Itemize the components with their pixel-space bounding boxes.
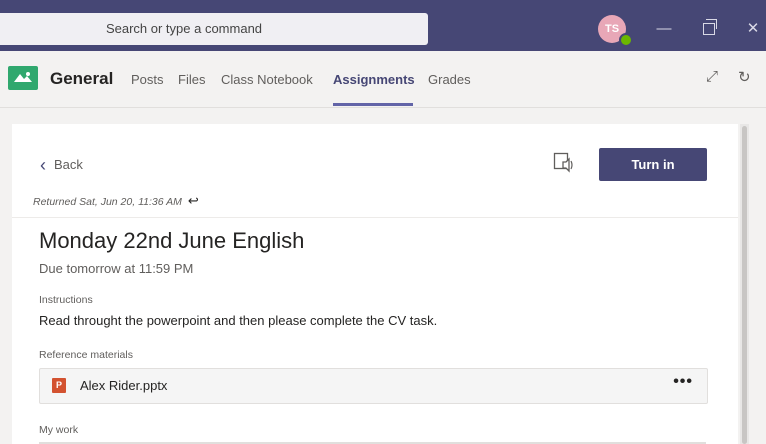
reference-file-card[interactable]: P Alex Rider.pptx ••• — [39, 368, 708, 404]
turn-in-button[interactable]: Turn in — [599, 148, 707, 181]
my-work-label: My work — [39, 424, 79, 436]
tab-assignments[interactable]: Assignments — [333, 72, 415, 87]
reference-materials-label: Reference materials — [39, 349, 133, 361]
title-bar: Search or type a command TS — ✕ — [0, 0, 766, 51]
tab-class-notebook[interactable]: Class Notebook — [221, 72, 313, 87]
back-button[interactable]: ‹ Back — [40, 155, 83, 176]
returned-status: Returned Sat, Jun 20, 11:36 AM ↩ — [33, 193, 199, 209]
chevron-left-icon: ‹ — [40, 155, 46, 175]
channel-name: General — [50, 69, 114, 88]
assignment-title: Monday 22nd June English — [39, 228, 305, 253]
minimize-button[interactable]: — — [651, 16, 677, 42]
returned-text: Returned Sat, Jun 20, 11:36 AM — [33, 196, 182, 208]
more-options-button[interactable]: ••• — [673, 373, 693, 391]
back-label: Back — [54, 157, 83, 172]
powerpoint-file-icon: P — [52, 378, 66, 393]
close-button[interactable]: ✕ — [740, 16, 766, 42]
divider — [12, 217, 738, 218]
instructions-text: Read throught the powerpoint and then pl… — [39, 313, 438, 328]
tab-grades[interactable]: Grades — [428, 72, 471, 87]
file-name[interactable]: Alex Rider.pptx — [80, 378, 167, 393]
immersive-reader-icon[interactable] — [553, 152, 575, 174]
presence-available-icon — [619, 33, 633, 47]
tab-files[interactable]: Files — [178, 72, 205, 87]
search-input[interactable]: Search or type a command — [0, 13, 428, 45]
expand-icon[interactable]: ⤢ — [706, 68, 718, 85]
team-avatar-icon[interactable] — [8, 66, 38, 90]
tab-posts[interactable]: Posts — [131, 72, 164, 87]
instructions-label: Instructions — [39, 294, 93, 306]
active-tab-indicator — [333, 103, 413, 106]
due-date: Due tomorrow at 11:59 PM — [39, 261, 194, 276]
scrollbar-thumb[interactable] — [742, 126, 747, 444]
refresh-icon[interactable]: ↻ — [738, 68, 751, 86]
channel-header: General Posts Files Class Notebook Assig… — [0, 51, 766, 108]
return-arrow-icon: ↩ — [187, 193, 199, 208]
maximize-button[interactable] — [696, 16, 722, 42]
maximize-icon — [703, 19, 717, 35]
